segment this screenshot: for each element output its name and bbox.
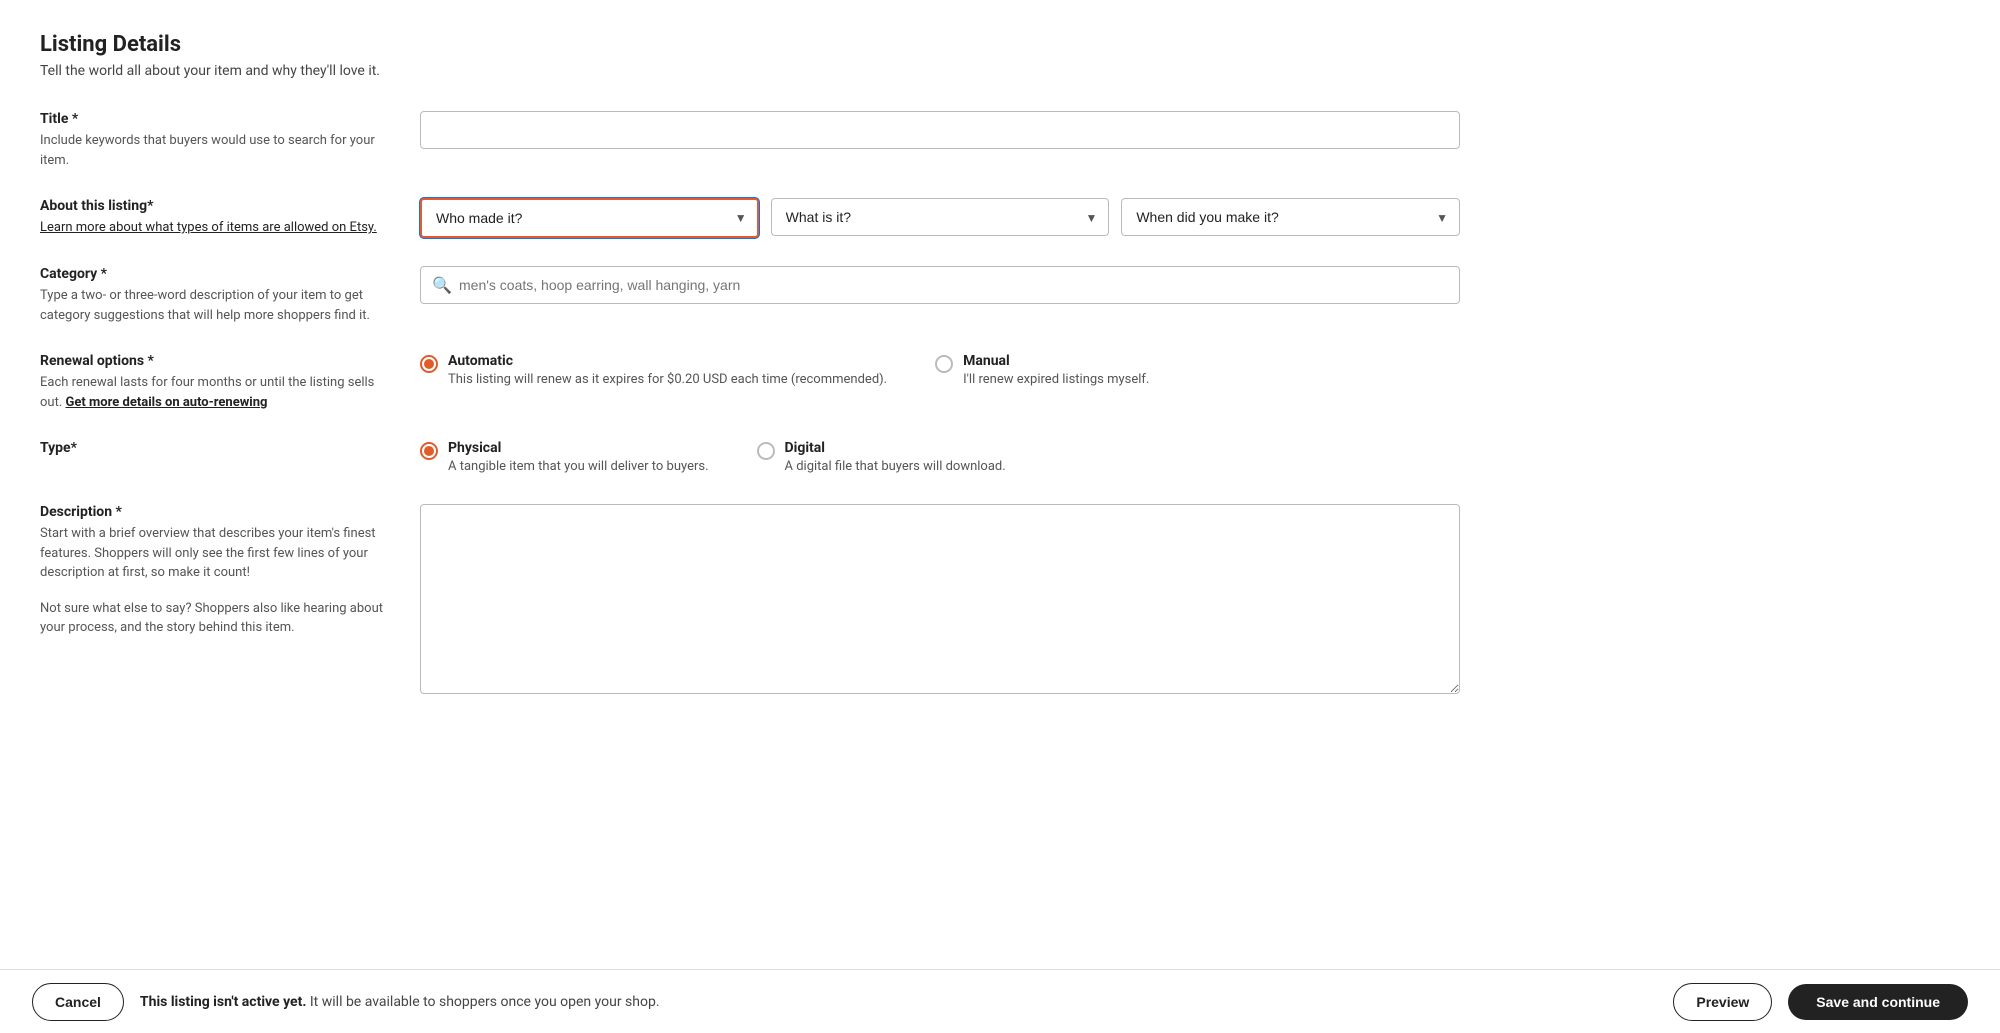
renewal-link[interactable]: Get more details on auto-renewing bbox=[66, 395, 268, 410]
description-text1: Start with a brief overview that describ… bbox=[40, 524, 388, 583]
bottom-bar: Cancel This listing isn't active yet. It… bbox=[0, 969, 2000, 1033]
who-made-select[interactable]: Who made it? I did A member of my shop A… bbox=[420, 198, 759, 238]
bottom-notice: This listing isn't active yet. It will b… bbox=[140, 994, 1657, 1010]
type-radio-group: Physical A tangible item that you will d… bbox=[420, 440, 1460, 476]
renewal-automatic-label: Automatic bbox=[448, 353, 887, 369]
type-digital-radio[interactable] bbox=[757, 442, 775, 460]
page-title: Listing Details bbox=[40, 32, 1460, 57]
about-label: About this listing* bbox=[40, 198, 388, 214]
page-subtitle: Tell the world all about your item and w… bbox=[40, 63, 1460, 79]
about-dropdowns-row: Who made it? I did A member of my shop A… bbox=[420, 198, 1460, 238]
category-search-input[interactable] bbox=[420, 266, 1460, 304]
category-label: Category * bbox=[40, 266, 388, 282]
type-digital-desc: A digital file that buyers will download… bbox=[785, 458, 1006, 476]
title-label: Title * bbox=[40, 111, 388, 127]
about-link[interactable]: Learn more about what types of items are… bbox=[40, 220, 377, 235]
title-input[interactable] bbox=[420, 111, 1460, 149]
when-made-select[interactable]: When did you make it? Made to order 2020… bbox=[1121, 198, 1460, 236]
category-description: Type a two- or three-word description of… bbox=[40, 286, 388, 325]
renewal-manual-desc: I'll renew expired listings myself. bbox=[963, 371, 1149, 389]
save-and-continue-button[interactable]: Save and continue bbox=[1788, 984, 1968, 1020]
renewal-manual-label: Manual bbox=[963, 353, 1149, 369]
when-made-wrapper: When did you make it? Made to order 2020… bbox=[1121, 198, 1460, 238]
preview-button[interactable]: Preview bbox=[1673, 983, 1772, 1021]
renewal-automatic-radio[interactable] bbox=[420, 355, 438, 373]
search-icon: 🔍 bbox=[432, 276, 452, 295]
who-made-wrapper: Who made it? I did A member of my shop A… bbox=[420, 198, 759, 238]
cancel-button[interactable]: Cancel bbox=[32, 983, 124, 1021]
renewal-automatic-desc: This listing will renew as it expires fo… bbox=[448, 371, 887, 389]
type-section: Type* Physical A tangible item that you … bbox=[40, 440, 1460, 476]
type-label: Type* bbox=[40, 440, 388, 456]
description-section: Description * Start with a brief overvie… bbox=[40, 504, 1460, 698]
renewal-label: Renewal options * bbox=[40, 353, 388, 369]
description-textarea[interactable] bbox=[420, 504, 1460, 694]
description-text2: Not sure what else to say? Shoppers also… bbox=[40, 599, 388, 638]
renewal-automatic-option: Automatic This listing will renew as it … bbox=[420, 353, 887, 389]
type-digital-option: Digital A digital file that buyers will … bbox=[757, 440, 1006, 476]
what-is-wrapper: What is it? A finished product A supply … bbox=[771, 198, 1110, 238]
type-physical-radio[interactable] bbox=[420, 442, 438, 460]
title-section: Title * Include keywords that buyers wou… bbox=[40, 111, 1460, 170]
renewal-radio-group: Automatic This listing will renew as it … bbox=[420, 353, 1460, 389]
category-section: Category * Type a two- or three-word des… bbox=[40, 266, 1460, 325]
page-header: Listing Details Tell the world all about… bbox=[40, 32, 1460, 79]
about-section: About this listing* Learn more about wha… bbox=[40, 198, 1460, 238]
type-physical-desc: A tangible item that you will deliver to… bbox=[448, 458, 709, 476]
type-physical-option: Physical A tangible item that you will d… bbox=[420, 440, 709, 476]
type-physical-label: Physical bbox=[448, 440, 709, 456]
renewal-manual-radio[interactable] bbox=[935, 355, 953, 373]
title-description: Include keywords that buyers would use t… bbox=[40, 131, 388, 170]
description-label: Description * bbox=[40, 504, 388, 520]
type-digital-label: Digital bbox=[785, 440, 1006, 456]
renewal-section: Renewal options * Each renewal lasts for… bbox=[40, 353, 1460, 412]
what-is-select[interactable]: What is it? A finished product A supply … bbox=[771, 198, 1110, 236]
bottom-notice-rest: It will be available to shoppers once yo… bbox=[310, 994, 660, 1010]
bottom-notice-bold: This listing isn't active yet. bbox=[140, 994, 306, 1010]
category-search-wrapper: 🔍 bbox=[420, 266, 1460, 304]
renewal-manual-option: Manual I'll renew expired listings mysel… bbox=[935, 353, 1149, 389]
